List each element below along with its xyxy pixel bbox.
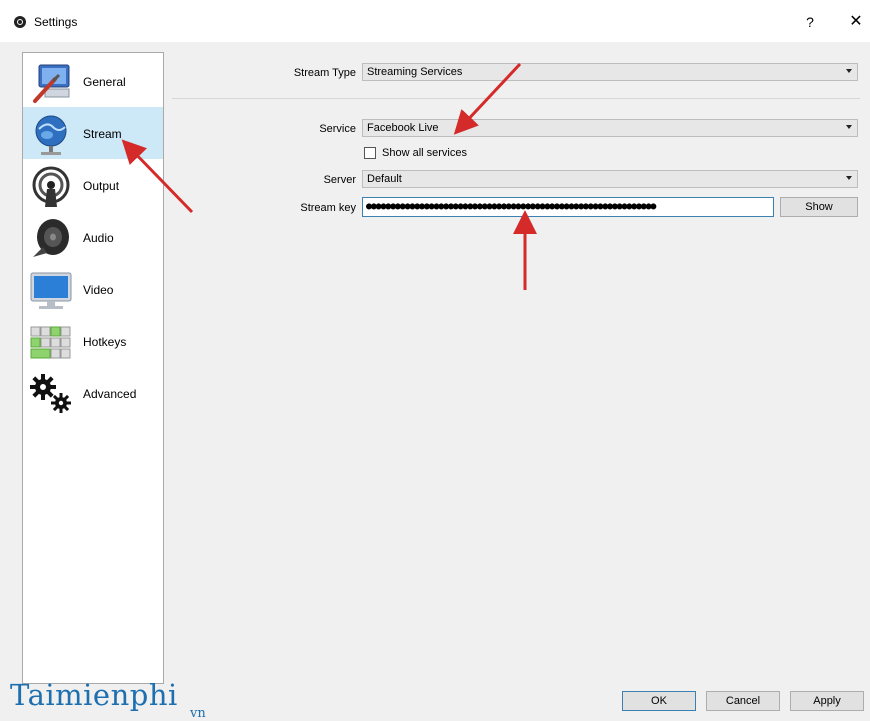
- hotkeys-keyboard-icon: [30, 326, 71, 359]
- sidebar-item-label: Audio: [83, 231, 114, 245]
- video-monitor-icon: [30, 272, 72, 309]
- sidebar-item-label: Hotkeys: [83, 335, 127, 349]
- settings-sidebar: General Stream Output Audio Video Hotkey…: [22, 52, 164, 684]
- show-key-button[interactable]: Show: [780, 197, 858, 217]
- general-icon: [33, 64, 70, 103]
- output-broadcast-icon: [32, 166, 70, 207]
- watermark-suffix: vn: [190, 706, 206, 721]
- sidebar-item-audio[interactable]: Audio: [23, 211, 163, 263]
- show-all-services-label: Show all services: [382, 147, 467, 159]
- server-value: Default: [367, 173, 402, 185]
- ok-button[interactable]: OK: [622, 691, 696, 711]
- chevron-down-icon: [846, 176, 852, 180]
- advanced-gears-icon: [30, 374, 71, 413]
- stream-type-label: Stream Type: [293, 67, 356, 79]
- sidebar-item-label: Advanced: [83, 387, 137, 401]
- audio-speaker-icon: [33, 219, 69, 257]
- show-all-services-checkbox[interactable]: [364, 147, 376, 159]
- section-divider: [172, 98, 860, 99]
- sidebar-item-stream[interactable]: Stream: [23, 107, 163, 159]
- service-label: Service: [319, 123, 356, 135]
- stream-globe-icon: [35, 115, 67, 155]
- service-select[interactable]: Facebook Live: [362, 119, 858, 137]
- sidebar-item-general[interactable]: General: [23, 55, 163, 107]
- sidebar-item-output[interactable]: Output: [23, 159, 163, 211]
- service-value: Facebook Live: [367, 122, 439, 134]
- sidebar-item-advanced[interactable]: Advanced: [23, 367, 163, 419]
- close-button[interactable]: ✕: [846, 12, 866, 32]
- chevron-down-icon: [846, 125, 852, 129]
- chevron-down-icon: [846, 69, 852, 73]
- stream-key-input[interactable]: ●●●●●●●●●●●●●●●●●●●●●●●●●●●●●●●●●●●●●●●●…: [362, 197, 774, 217]
- sidebar-item-label: Video: [83, 283, 114, 297]
- sidebar-item-label: Output: [83, 179, 120, 193]
- title-bar: Settings ? ✕: [0, 0, 870, 42]
- stream-type-value: Streaming Services: [367, 66, 463, 78]
- sidebar-item-hotkeys[interactable]: Hotkeys: [23, 315, 163, 367]
- sidebar-item-video[interactable]: Video: [23, 263, 163, 315]
- sidebar-item-label: Stream: [83, 127, 122, 141]
- window-title: Settings: [34, 15, 78, 29]
- server-select[interactable]: Default: [362, 170, 858, 188]
- apply-button[interactable]: Apply: [790, 691, 864, 711]
- stream-key-label: Stream key: [300, 202, 356, 214]
- obs-logo-icon: [14, 16, 26, 28]
- watermark-logo: Taimienphi: [10, 678, 178, 712]
- sidebar-item-label: General: [83, 75, 126, 89]
- server-label: Server: [323, 174, 356, 186]
- cancel-button[interactable]: Cancel: [706, 691, 780, 711]
- stream-type-select[interactable]: Streaming Services: [362, 63, 858, 81]
- help-button[interactable]: ?: [800, 12, 820, 32]
